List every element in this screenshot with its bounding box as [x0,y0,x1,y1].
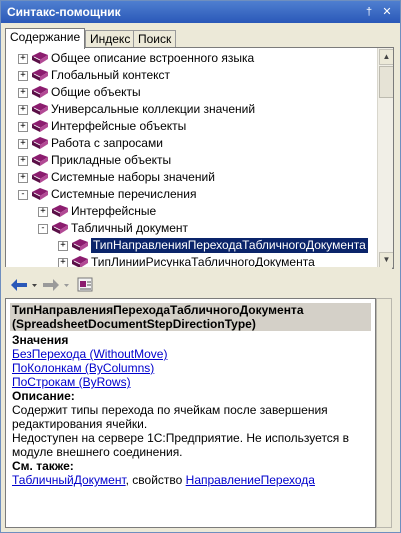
book-icon [32,137,48,149]
contents-tree: + Общее описание встроенного языка + Глобал… [6,48,377,268]
type-title-en: (SpreadsheetDocumentStepDirectionType) [12,317,256,331]
window-title: Синтакс-помощник [7,5,121,19]
tree-node-label: Общие объекты [51,85,141,99]
expand-icon[interactable]: + [18,173,28,183]
scroll-thumb[interactable] [379,66,393,98]
book-icon [32,86,48,98]
book-icon [32,171,48,183]
book-icon [72,239,88,251]
tree-node-label: Системные наборы значений [51,170,215,184]
server-note: Недоступен на сервере 1С:Предприятие. Не… [12,431,350,459]
description-scrollbar[interactable] [376,298,392,528]
values-heading: Значения [12,333,69,347]
book-icon [32,69,48,81]
syntax-helper-window: Синтакс-помощник † ✕ Содержание Индекс П… [0,0,401,533]
tree-node-label: ТипНаправленияПереходаТабличногоДокумент… [90,237,369,254]
see-also-line: ТабличныйДокумент, свойство НаправлениеП… [12,473,369,487]
arrow-right-icon [43,279,69,291]
tree-node-label: Системные перечисления [51,187,197,201]
book-icon [32,154,48,166]
book-icon [32,120,48,132]
tree-vertical-scrollbar[interactable]: ▲ ▼ [377,48,393,268]
book-icon [52,222,68,234]
book-icon [32,52,48,64]
value-link-by-rows[interactable]: ПоСтрокам (ByRows) [12,375,131,389]
tree-node-label: Глобальный контекст [51,68,171,82]
book-icon [52,205,68,217]
see-also-separator: , свойство [125,473,186,487]
value-link-without-move[interactable]: БезПерехода (WithoutMove) [12,347,167,361]
back-button[interactable] [9,276,39,294]
description-text: Содержит типы перехода по ячейкам после … [12,403,328,431]
tree-node-label: Интерфейсные [71,204,157,218]
expand-icon[interactable]: + [18,105,28,115]
tree-node-label: Работа с запросами [51,136,163,150]
navigation-toolbar [1,273,400,297]
expand-icon[interactable]: + [18,156,28,166]
collapse-icon[interactable]: - [18,190,28,200]
book-icon [32,103,48,115]
tab-index[interactable]: Индекс [85,30,136,48]
tree-node-label: Табличный документ [71,221,189,235]
scroll-down-icon[interactable]: ▼ [379,252,393,268]
type-title-ru: ТипНаправленияПереходаТабличногоДокумент… [12,303,304,317]
expand-icon[interactable]: + [58,241,68,251]
sync-contents-icon [77,277,93,292]
tree-node-label: Интерфейсные объекты [51,119,187,133]
type-title: ТипНаправленияПереходаТабличногоДокумент… [10,303,371,331]
value-link-by-columns[interactable]: ПоКолонкам (ByColumns) [12,361,154,375]
book-icon [32,188,48,200]
arrow-left-icon [11,279,37,291]
see-also-link-step-direction[interactable]: НаправлениеПерехода [186,473,315,487]
pin-icon[interactable]: † [361,4,377,20]
tree-node-label: Универсальные коллекции значений [51,102,256,116]
expand-icon[interactable]: + [18,54,28,64]
title-bar[interactable]: Синтакс-помощник † ✕ [1,1,400,23]
contents-tree-pane: + Общее описание встроенного языка + Глобал… [5,47,394,269]
description-heading: Описание: [12,389,75,403]
description-pane: ТипНаправленияПереходаТабличногоДокумент… [5,298,376,528]
close-icon[interactable]: ✕ [379,4,395,20]
tree-node-label: Общее описание встроенного языка [51,51,255,65]
tab-search[interactable]: Поиск [133,30,177,48]
expand-icon[interactable]: + [38,207,48,217]
expand-icon[interactable]: + [18,122,28,132]
expand-icon[interactable]: + [18,88,28,98]
forward-button[interactable] [41,276,71,294]
collapse-icon[interactable]: - [38,224,48,234]
see-also-heading: См. также: [12,459,74,473]
tree-node-label: Прикладные объекты [51,153,172,167]
expand-icon[interactable]: + [18,71,28,81]
see-also-link-spreadsheet[interactable]: ТабличныйДокумент [12,473,126,487]
tab-contents[interactable]: Содержание [5,28,86,49]
sync-contents-button[interactable] [75,276,97,294]
expand-icon[interactable]: + [18,139,28,149]
scroll-up-icon[interactable]: ▲ [379,49,393,65]
